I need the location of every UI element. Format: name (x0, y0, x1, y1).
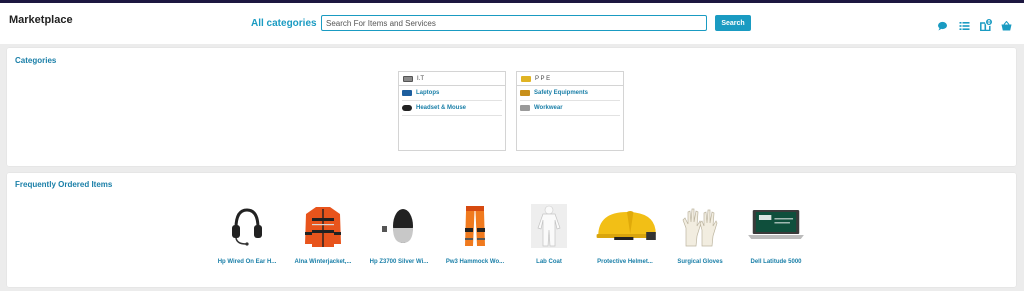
categories-title: Categories (15, 56, 57, 65)
product-label: Surgical Gloves (677, 259, 723, 265)
product-label: Hp Z3700 Silver Wi... (369, 259, 429, 265)
basket-icon[interactable] (1001, 21, 1012, 31)
subcategory-workwear[interactable]: Workwear (520, 101, 620, 116)
laptops-thumb-icon (402, 90, 412, 96)
category-name: P P E (535, 75, 551, 82)
lab-coat-image (531, 204, 567, 248)
ppe-thumb-icon (521, 75, 531, 82)
subcategory-safety-equipments[interactable]: Safety Equipments (520, 86, 620, 101)
product-card[interactable]: Pw3 Hammock Wo... (440, 204, 510, 265)
product-card[interactable]: Protective Helmet... (590, 204, 660, 265)
laptop-thumb-icon (403, 75, 413, 82)
all-categories-label: All categories (251, 18, 317, 29)
frequent-items-title: Frequently Ordered Items (15, 180, 113, 189)
product-label: Alna Winterjacket,... (294, 259, 352, 265)
frequent-items-panel: Frequently Ordered Items Hp Wired On Ear… (7, 173, 1016, 287)
subcategory-laptops[interactable]: Laptops (402, 86, 502, 101)
category-name: I.T (417, 75, 424, 82)
product-card[interactable]: Dell Latitude 5000 (741, 204, 811, 265)
headset-image (232, 208, 262, 246)
product-label: Hp Wired On Ear H... (217, 259, 277, 265)
headset-thumb-icon (402, 105, 412, 111)
header-bar: Marketplace All categories▼ Search 0 (0, 3, 1024, 44)
search-input[interactable] (321, 15, 707, 31)
product-label: Pw3 Hammock Wo... (445, 259, 505, 265)
chat-icon[interactable] (937, 21, 948, 31)
workwear-thumb-icon (520, 105, 530, 111)
category-card-ppe: P P E Safety Equipments Workwear (516, 71, 624, 151)
safety-thumb-icon (520, 90, 530, 96)
categories-panel: Categories I.T Laptops Headset & Mouse P… (7, 48, 1016, 166)
work-trousers-image (465, 206, 485, 246)
product-card[interactable]: Surgical Gloves (665, 204, 735, 265)
product-label: Protective Helmet... (597, 259, 653, 265)
winter-jacket-image (305, 207, 341, 247)
product-card[interactable]: Alna Winterjacket,... (288, 204, 358, 265)
subcategory-headset-mouse[interactable]: Headset & Mouse (402, 101, 502, 116)
category-card-it: I.T Laptops Headset & Mouse (398, 71, 506, 151)
helmet-image (596, 211, 656, 240)
product-label: Lab Coat (536, 259, 562, 265)
product-card[interactable]: Hp Z3700 Silver Wi... (364, 204, 434, 265)
wireless-mouse-image (382, 209, 413, 243)
cart-count-badge: 0 (985, 18, 993, 26)
category-header[interactable]: I.T (399, 72, 505, 86)
product-card[interactable]: Lab Coat (514, 204, 584, 265)
search-button[interactable]: Search (715, 15, 751, 31)
brand-title[interactable]: Marketplace (9, 14, 73, 26)
gloves-image (682, 208, 718, 247)
laptop-image (748, 210, 804, 239)
category-header[interactable]: P P E (517, 72, 623, 86)
product-card[interactable]: Hp Wired On Ear H... (212, 204, 282, 265)
all-categories-dropdown[interactable]: All categories▼ (251, 18, 327, 29)
list-icon[interactable] (959, 21, 970, 31)
product-label: Dell Latitude 5000 (750, 259, 802, 265)
